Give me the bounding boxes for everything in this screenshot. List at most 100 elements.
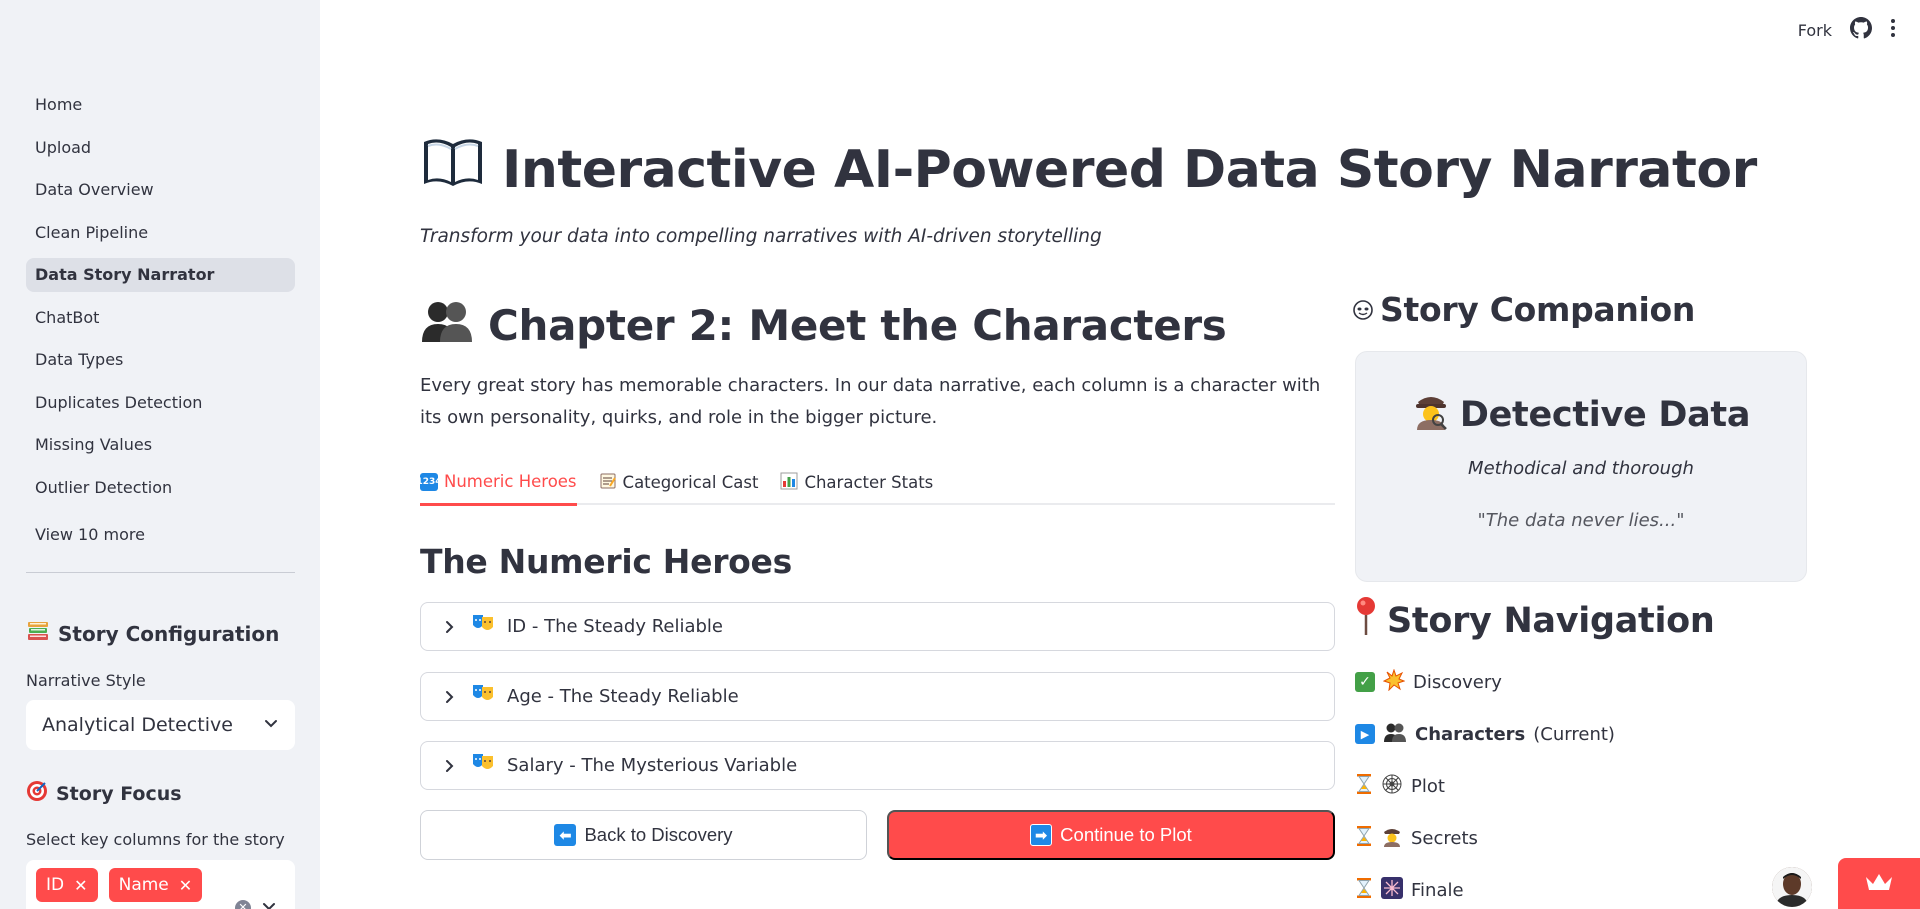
chapter-intro: Every great story has memorable characte…	[420, 375, 1321, 428]
clear-all-icon[interactable]: ✕	[235, 900, 251, 909]
step-discovery: ✓ Discovery	[1355, 656, 1615, 708]
sidebar-item-chatbot[interactable]: ChatBot	[26, 301, 295, 335]
step-finale: Finale	[1355, 864, 1615, 909]
more-options-icon[interactable]	[1890, 18, 1896, 42]
selected-tag-id: ID ✕	[36, 868, 98, 902]
hourglass-icon	[1355, 773, 1373, 800]
step-label: Finale	[1411, 879, 1464, 901]
story-companion-heading: Story Companion	[1352, 290, 1695, 329]
web-icon	[1381, 773, 1403, 800]
chevron-down-icon[interactable]	[261, 898, 277, 909]
tab-numeric-heroes[interactable]: 1234 Numeric Heroes	[416, 460, 577, 506]
tag-label: Name	[118, 875, 169, 895]
remove-tag-icon[interactable]: ✕	[179, 876, 192, 895]
sidebar-item-data-types[interactable]: Data Types	[26, 343, 295, 377]
expander-id[interactable]: ID - The Steady Reliable	[420, 602, 1335, 651]
pushpin-icon	[1355, 596, 1377, 645]
hourglass-icon	[1355, 877, 1373, 904]
sidebar-item-clean-pipeline[interactable]: Clean Pipeline	[26, 216, 295, 250]
story-configuration-title: Story Configuration	[58, 621, 280, 646]
left-arrow-icon: ⬅	[554, 824, 577, 846]
chevron-right-icon	[441, 620, 459, 634]
story-navigation-heading: Story Navigation	[1355, 596, 1715, 645]
fireworks-icon	[1381, 876, 1403, 904]
open-book-icon	[420, 136, 486, 203]
theater-masks-icon	[471, 613, 495, 640]
story-focus-heading: Story Focus	[26, 780, 182, 807]
sidebar-divider	[26, 572, 295, 573]
chevron-right-icon	[441, 690, 459, 704]
page-title: Interactive AI-Powered Data Story Narrat…	[420, 136, 1757, 203]
story-navigation-title: Story Navigation	[1387, 600, 1715, 641]
tab-character-stats[interactable]: Character Stats	[780, 460, 933, 505]
step-plot: Plot	[1355, 760, 1615, 812]
chapter-heading: Chapter 2: Meet the Characters	[420, 296, 1227, 354]
story-configuration-heading: Story Configuration	[26, 619, 279, 648]
step-label: Characters	[1415, 723, 1526, 745]
tag-label: ID	[46, 875, 65, 895]
memo-icon	[599, 472, 617, 494]
expander-age[interactable]: Age - The Steady Reliable	[420, 672, 1335, 721]
characters-icon	[1383, 721, 1407, 748]
narrative-style-label: Narrative Style	[26, 671, 146, 690]
tab-label: Character Stats	[804, 473, 934, 492]
sidebar-item-missing-values[interactable]: Missing Values	[26, 428, 295, 462]
page-title-text: Interactive AI-Powered Data Story Narrat…	[502, 139, 1757, 200]
page-subtitle: Transform your data into compelling narr…	[420, 226, 1102, 247]
story-steps-list: ✓ Discovery ▶ Characters (Current) Plot	[1355, 656, 1615, 909]
step-label: Plot	[1411, 775, 1445, 797]
expander-label: ID - The Steady Reliable	[507, 616, 723, 637]
narrative-style-value: Analytical Detective	[42, 714, 233, 736]
continue-to-plot-button[interactable]: ➡ Continue to Plot	[887, 810, 1335, 860]
remove-tag-icon[interactable]: ✕	[74, 876, 87, 895]
play-icon: ▶	[1355, 724, 1375, 744]
companion-name: Detective Data	[1356, 390, 1806, 439]
tab-categorical-cast[interactable]: Categorical Cast	[599, 460, 758, 505]
hourglass-icon	[1355, 825, 1373, 852]
step-characters: ▶ Characters (Current)	[1355, 708, 1615, 760]
chapter-title-text: Chapter 2: Meet the Characters	[488, 300, 1227, 350]
sidebar: Home Upload Data Overview Clean Pipeline…	[0, 0, 320, 909]
columns-multiselect[interactable]: ID ✕ Name ✕ ✕	[26, 860, 295, 909]
story-focus-title: Story Focus	[56, 782, 182, 805]
sidebar-nav: Home Upload Data Overview Clean Pipeline…	[26, 88, 295, 513]
explosion-icon	[1382, 667, 1406, 696]
fork-button[interactable]: Fork	[1798, 21, 1832, 40]
step-label: Secrets	[1411, 827, 1478, 849]
back-to-discovery-button[interactable]: ⬅ Back to Discovery	[420, 810, 867, 860]
sidebar-item-outlier-detection[interactable]: Outlier Detection	[26, 471, 295, 505]
section-heading: The Numeric Heroes	[420, 542, 792, 581]
theater-masks-icon	[471, 752, 495, 779]
sidebar-item-upload[interactable]: Upload	[26, 131, 295, 165]
step-label: Discovery	[1413, 671, 1502, 693]
detective-icon	[1412, 390, 1450, 439]
books-icon	[26, 619, 50, 648]
story-companion-title: Story Companion	[1380, 290, 1696, 329]
sidebar-item-duplicates-detection[interactable]: Duplicates Detection	[26, 386, 295, 420]
crown-icon	[1864, 871, 1894, 897]
narrative-style-select[interactable]: Analytical Detective	[26, 700, 295, 750]
top-toolbar: Fork	[1798, 0, 1920, 60]
sidebar-item-home[interactable]: Home	[26, 88, 295, 122]
target-icon	[26, 780, 48, 807]
github-icon[interactable]	[1850, 17, 1872, 43]
avatar[interactable]	[1772, 867, 1812, 907]
chevron-down-icon	[263, 714, 279, 736]
sidebar-item-data-story-narrator[interactable]: Data Story Narrator	[26, 258, 295, 292]
theater-masks-icon	[471, 683, 495, 710]
bar-chart-icon	[780, 472, 798, 494]
sidebar-item-data-overview[interactable]: Data Overview	[26, 173, 295, 207]
streamlit-badge[interactable]	[1838, 858, 1920, 909]
expander-label: Salary - The Mysterious Variable	[507, 755, 798, 776]
tab-label: Numeric Heroes	[444, 472, 577, 491]
view-more-link[interactable]: View 10 more	[35, 525, 145, 544]
mask-icon	[1352, 290, 1374, 329]
right-arrow-icon: ➡	[1030, 824, 1053, 846]
check-mark-icon: ✓	[1355, 672, 1375, 692]
continue-button-label: Continue to Plot	[1060, 824, 1192, 845]
selected-tag-name: Name ✕	[108, 868, 203, 902]
chevron-right-icon	[441, 759, 459, 773]
select-columns-label: Select key columns for the story	[26, 830, 285, 849]
expander-salary[interactable]: Salary - The Mysterious Variable	[420, 741, 1335, 790]
expander-label: Age - The Steady Reliable	[507, 686, 739, 707]
